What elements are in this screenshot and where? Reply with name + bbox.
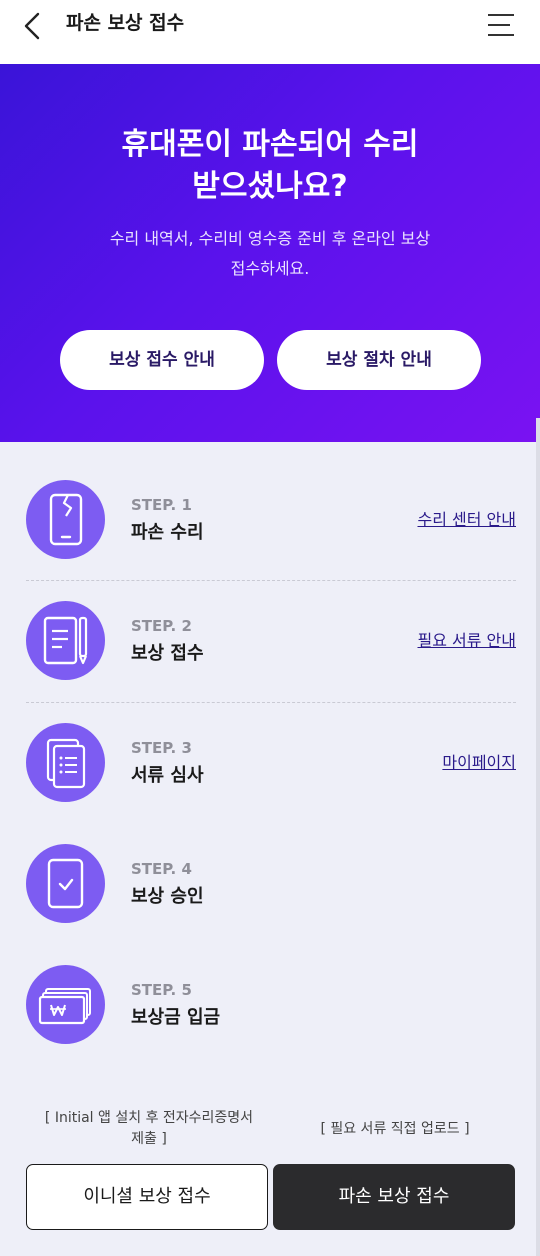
mypage-link[interactable]: 마이페이지 bbox=[442, 749, 516, 773]
step-icon-circle bbox=[26, 480, 105, 559]
required-documents-link[interactable]: 필요 서류 안내 bbox=[418, 627, 517, 651]
tablet-check-icon bbox=[47, 858, 84, 909]
step-icon-circle bbox=[26, 723, 105, 802]
initial-app-note: [ Initial 앱 설치 후 전자수리증명서 제출 ] bbox=[44, 1110, 254, 1147]
step-name: 보상 승인 bbox=[131, 886, 204, 907]
won-cash-icon bbox=[38, 988, 91, 1025]
step-name: 파손 수리 bbox=[131, 522, 204, 543]
step-1: STEP. 1 파손 수리 수리 센터 안내 bbox=[26, 480, 516, 560]
step-icon-circle bbox=[26, 965, 105, 1044]
broken-phone-icon bbox=[49, 493, 83, 546]
divider bbox=[26, 580, 516, 581]
repair-center-link[interactable]: 수리 센터 안내 bbox=[418, 506, 517, 530]
initial-claim-button[interactable]: 이니셜 보상 접수 bbox=[26, 1164, 268, 1230]
step-2: STEP. 2 보상 접수 필요 서류 안내 bbox=[26, 601, 516, 681]
step-icon-circle bbox=[26, 844, 105, 923]
divider bbox=[26, 702, 516, 703]
step-number: STEP. 3 bbox=[131, 739, 192, 757]
document-pen-icon bbox=[43, 616, 88, 665]
process-guide-button[interactable]: 보상 절차 안내 bbox=[277, 330, 481, 390]
app-header: 파손 보상 접수 bbox=[0, 0, 540, 64]
step-number: STEP. 2 bbox=[131, 617, 192, 635]
claim-guide-button[interactable]: 보상 접수 안내 bbox=[60, 330, 264, 390]
step-5: STEP. 5 보상금 입금 bbox=[26, 965, 516, 1045]
step-number: STEP. 4 bbox=[131, 860, 192, 878]
documents-review-icon bbox=[46, 738, 86, 789]
damage-claim-button[interactable]: 파손 보상 접수 bbox=[273, 1164, 515, 1230]
chevron-left-icon[interactable] bbox=[20, 12, 46, 40]
step-4: STEP. 4 보상 승인 bbox=[26, 844, 516, 924]
step-number: STEP. 5 bbox=[131, 981, 192, 999]
step-3: STEP. 3 서류 심사 마이페이지 bbox=[26, 723, 516, 803]
hero-description: 수리 내역서, 수리비 영수증 준비 후 온라인 보상 접수하세요. bbox=[109, 229, 431, 278]
hero-title: 휴대폰이 파손되어 수리 받으셨나요? bbox=[121, 127, 419, 204]
hero-banner: 휴대폰이 파손되어 수리 받으셨나요? 수리 내역서, 수리비 영수증 준비 후… bbox=[0, 64, 540, 442]
upload-note: [ 필요 서류 직접 업로드 ] bbox=[320, 1121, 470, 1137]
step-number: STEP. 1 bbox=[131, 496, 192, 514]
step-name: 보상 접수 bbox=[131, 643, 204, 664]
step-name: 서류 심사 bbox=[131, 765, 204, 786]
step-name: 보상금 입금 bbox=[131, 1007, 221, 1028]
hamburger-menu-icon[interactable] bbox=[486, 12, 516, 38]
step-icon-circle bbox=[26, 601, 105, 680]
page-title: 파손 보상 접수 bbox=[66, 12, 185, 34]
scrollbar[interactable] bbox=[536, 418, 540, 1256]
